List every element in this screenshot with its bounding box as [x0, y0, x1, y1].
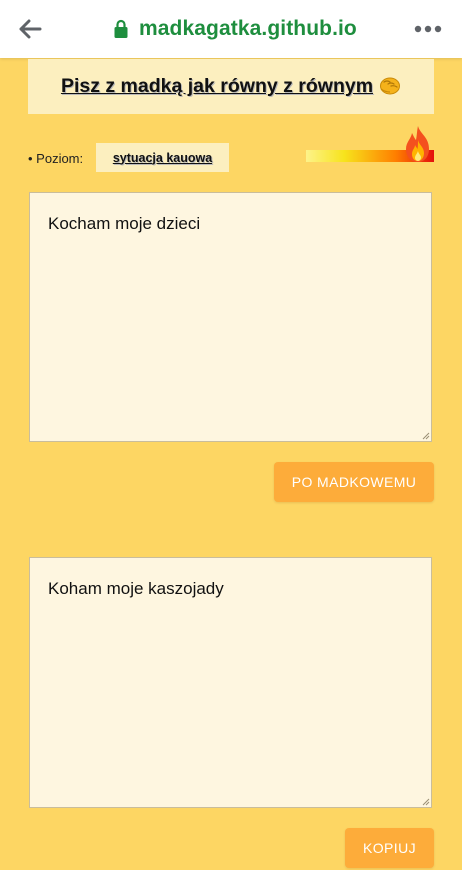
copy-button[interactable]: KOPIUJ: [345, 828, 434, 868]
translate-button[interactable]: PO MADKOWEMU: [274, 462, 434, 502]
lock-icon: [114, 19, 128, 38]
resize-grip-icon[interactable]: [422, 432, 430, 440]
level-label: • Poziom:: [28, 150, 84, 166]
translated-text-output[interactable]: Koham moje kaszojady: [29, 557, 432, 808]
address-bar[interactable]: madkagatka.github.io: [113, 14, 357, 44]
back-button[interactable]: [14, 14, 46, 44]
arrow-left-icon: [19, 19, 42, 39]
fist-bump-icon: [380, 77, 401, 95]
level-value-badge[interactable]: sytuacja kauowa: [96, 143, 229, 172]
source-text-input[interactable]: Kocham moje dzieci: [29, 192, 432, 442]
more-horizontal-icon: [414, 25, 442, 33]
page-title-banner: Pisz z madką jak równy z równym: [28, 59, 434, 114]
translated-text: Koham moje kaszojady: [48, 579, 224, 598]
browser-toolbar: madkagatka.github.io: [0, 0, 462, 58]
page-title-text: Pisz z madką jak równy z równym: [60, 75, 374, 97]
fire-icon: [406, 126, 429, 162]
source-text: Kocham moje dzieci: [48, 214, 201, 233]
resize-grip-icon[interactable]: [422, 798, 430, 806]
level-row: • Poziom:: [28, 144, 83, 172]
page-title: Pisz z madką jak równy z równym: [61, 75, 401, 98]
overflow-menu-button[interactable]: [412, 14, 444, 44]
url-text: madkagatka.github.io: [139, 17, 357, 40]
